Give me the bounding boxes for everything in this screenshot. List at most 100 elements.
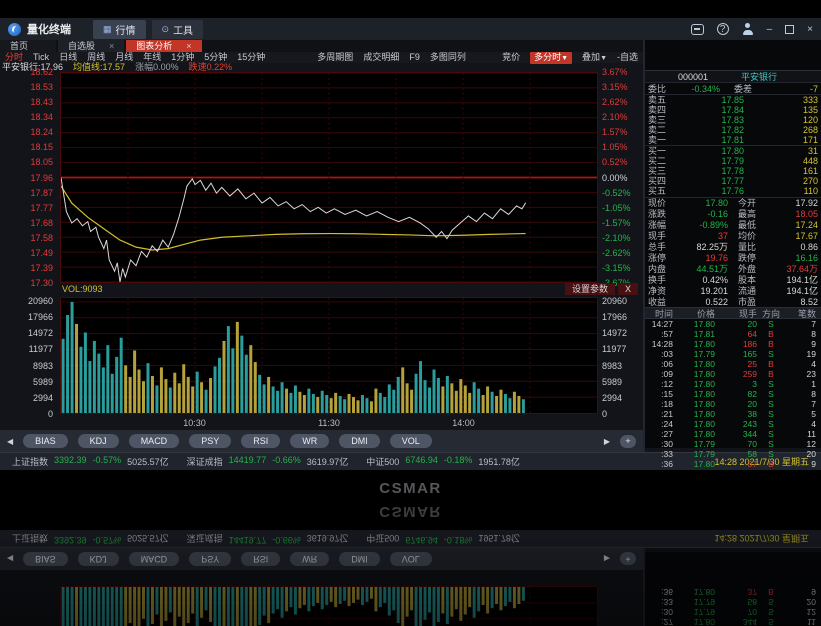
close-pane-button[interactable]: X: [618, 283, 638, 295]
app-window: 量化终端 ▦ 行情 ⊙ 工具 ? – × 首页自选股×图表: [0, 18, 821, 470]
intraday-chart[interactable]: [60, 72, 598, 283]
pct-axis-label: 1.05%: [602, 142, 628, 152]
scroll-left-icon[interactable]: ◀: [7, 437, 13, 446]
user-icon[interactable]: [742, 23, 754, 35]
reflection-indicator-pills: BIASKDJMACDPSYRSIWRDMIVOL: [23, 552, 432, 566]
view-multi-period[interactable]: 多周期图: [317, 52, 353, 63]
price-axis: 18.6218.5318.4318.3418.2418.1518.0517.96…: [0, 72, 56, 283]
add-indicator-button[interactable]: +: [620, 435, 636, 448]
tab-home[interactable]: 首页: [0, 40, 56, 52]
indicator-kdj[interactable]: KDJ: [78, 434, 119, 448]
reflection-index-name: 上证指数: [12, 532, 48, 545]
trade-time: :12: [645, 379, 675, 389]
trade-count: 7: [785, 319, 821, 329]
trade-direction: B: [757, 369, 785, 379]
trade-price: 17.80: [675, 409, 715, 419]
reflection-volume-chart: [60, 586, 598, 626]
index-amount: 1951.78亿: [478, 455, 520, 468]
help-icon[interactable]: ?: [717, 23, 729, 35]
bid-row: 买四17.77270: [645, 176, 821, 186]
detail-value: 16.16: [764, 253, 818, 264]
trade-header-cell: 方向: [757, 308, 785, 318]
indicator-vol[interactable]: VOL: [390, 434, 432, 448]
trade-list[interactable]: 14:2717.8020S7:5717.8164B814:2817.80186B…: [645, 319, 821, 469]
view-multi-grid[interactable]: 多图同列: [430, 52, 466, 63]
trade-direction: S: [757, 379, 785, 389]
detail-value: 37: [674, 231, 728, 242]
indicator-dmi[interactable]: DMI: [339, 434, 380, 448]
price-axis-label: 18.05: [30, 157, 53, 167]
indicator-rsi[interactable]: RSI: [241, 434, 280, 448]
intraday-chart-svg: [61, 73, 597, 282]
trade-direction: S: [757, 429, 785, 439]
pct-axis-label: -1.57%: [602, 218, 631, 228]
settings-params-button[interactable]: 设置参数: [565, 283, 615, 295]
tab-close-icon[interactable]: ×: [186, 40, 191, 52]
price-axis-label: 18.15: [30, 142, 53, 152]
volume-axis-label: 8983: [33, 361, 53, 371]
display-icon[interactable]: [691, 24, 704, 35]
detail-label: 量比: [738, 242, 764, 253]
trade-volume: 37: [715, 459, 757, 469]
tab-watchlist[interactable]: 自选股 ×: [58, 40, 124, 52]
trade-direction: S: [757, 399, 785, 409]
trade-time: :33: [645, 449, 675, 459]
volume-axis-label: 8983: [602, 361, 622, 371]
index-name: 上证指数: [12, 455, 48, 468]
view-f9[interactable]: F9: [409, 52, 420, 63]
reflection-trade-price: 17.80: [675, 587, 715, 597]
index-value: 3392.39: [54, 455, 87, 468]
indicator-bias[interactable]: BIAS: [23, 434, 68, 448]
pct-axis-label: 3.15%: [602, 82, 628, 92]
toolbar-overlay[interactable]: 叠加▼: [582, 52, 607, 64]
reflection-trade-price: 17.79: [675, 597, 715, 607]
reflection-indicator-rsi: RSI: [241, 552, 280, 566]
tab-chart-analysis[interactable]: 图表分析×: [126, 40, 201, 52]
reflection-index-csi500: 中证5006746.94-0.18%1951.78亿: [366, 532, 520, 545]
ask-levels: 卖五17.85333卖四17.84135卖三17.83120卖二17.82268…: [645, 95, 821, 145]
detail-label: 换手: [648, 275, 674, 286]
indicator-wr[interactable]: WR: [290, 434, 329, 448]
indicator-bar: ◀ BIAS KDJ MACD PSY RSI WR DMI VOL ▶ +: [0, 430, 643, 452]
view-group: 多周期图成交明细 F9 多图同列: [317, 52, 466, 63]
level-price: 17.79: [674, 156, 744, 166]
menu-quotes[interactable]: ▦ 行情: [93, 20, 146, 39]
tab-label: 自选股: [68, 40, 95, 52]
period-min15[interactable]: 15分钟: [237, 52, 265, 63]
level-label: 卖二: [648, 125, 674, 135]
reflection-trade-row: :2717.80344S11: [645, 617, 821, 626]
weicha-value: -7: [764, 83, 818, 94]
detail-value: 0.86: [764, 242, 818, 253]
toolbar-watchlist-toggle[interactable]: -自选: [617, 52, 638, 63]
trade-count: 8: [785, 329, 821, 339]
close-button[interactable]: ×: [807, 24, 813, 35]
view-trade-detail[interactable]: 成交明细: [363, 52, 399, 63]
maximize-button[interactable]: [785, 25, 794, 34]
reflection-index-sh-composite: 上证指数3392.39-0.57%5025.57亿: [12, 532, 169, 545]
chart-header: 平安银行:17.96 均值线:17.57 涨幅0.00% 跌速0.22%: [0, 63, 643, 72]
indicator-psy[interactable]: PSY: [189, 434, 231, 448]
menu-tools[interactable]: ⊙ 工具: [152, 20, 204, 39]
reflection-index-amount: 5025.57亿: [127, 532, 169, 545]
pct-axis-label: -3.15%: [602, 263, 631, 273]
trade-volume: 259: [715, 369, 757, 379]
indicator-macd[interactable]: MACD: [129, 434, 180, 448]
level-label: 卖一: [648, 135, 674, 145]
volume-chart[interactable]: [60, 297, 598, 414]
level-volume: 161: [744, 166, 818, 176]
level-label: 买五: [648, 186, 674, 196]
minimize-button[interactable]: –: [767, 24, 773, 35]
toolbar-multi-fenshi[interactable]: 多分时▼: [530, 52, 572, 64]
detail-label: 均价: [738, 231, 764, 242]
price-axis-label: 18.43: [30, 97, 53, 107]
toolbar-auction[interactable]: 竞价: [502, 52, 520, 63]
trade-volume: 38: [715, 409, 757, 419]
detail-row: 涨跌-0.16最高18.05: [645, 209, 821, 220]
scroll-right-icon[interactable]: ▶: [604, 437, 610, 446]
price-axis-label: 17.87: [30, 188, 53, 198]
tab-label: 首页: [10, 40, 46, 52]
tab-close-icon[interactable]: ×: [109, 40, 114, 52]
price-axis-label: 18.53: [30, 82, 53, 92]
reflection-trade-time: :36: [645, 587, 675, 597]
ask-row: 卖五17.85333: [645, 95, 821, 105]
